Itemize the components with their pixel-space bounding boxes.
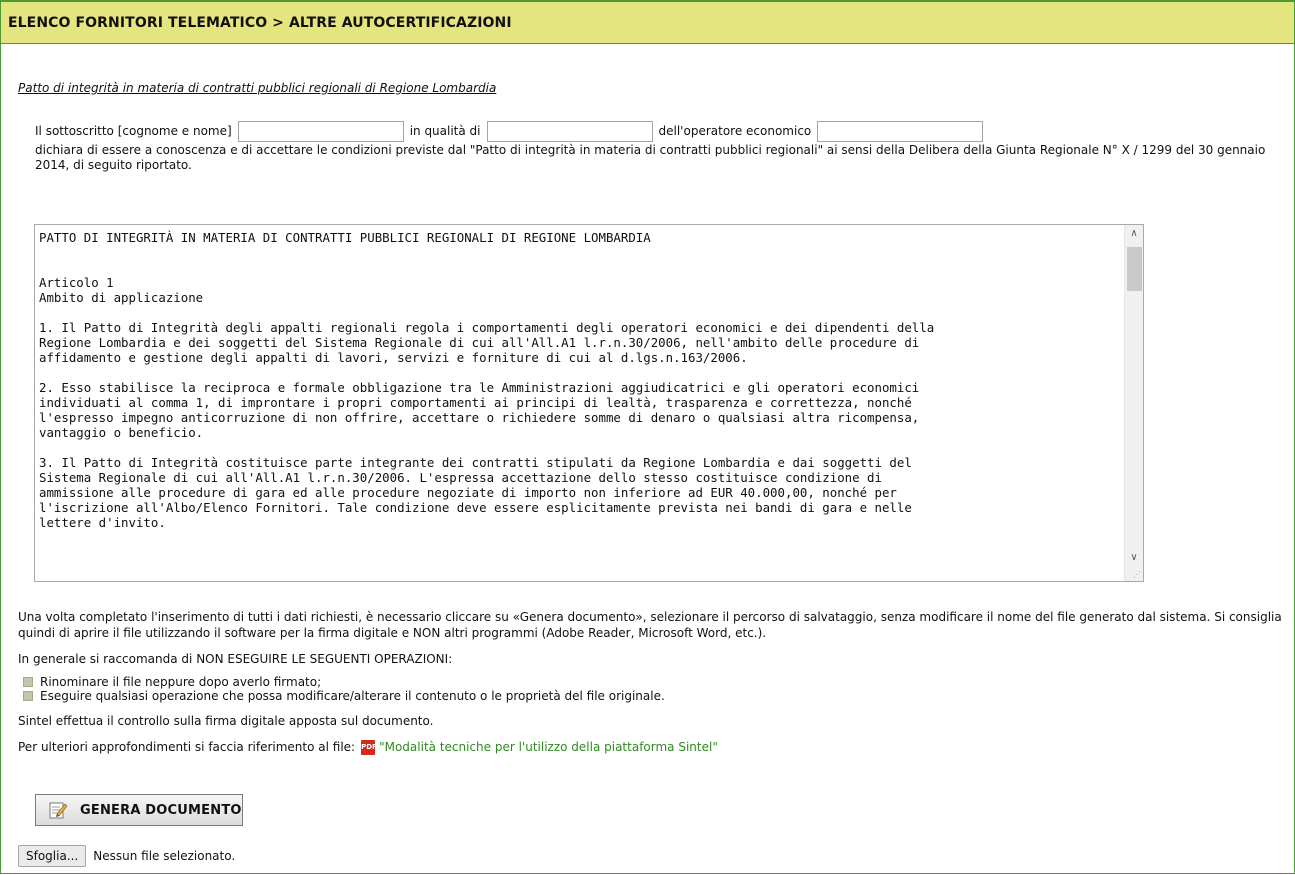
name-input[interactable] bbox=[237, 120, 404, 142]
page-frame: ELENCO FORNITORI TELEMATICO > ALTRE AUTO… bbox=[0, 0, 1295, 874]
declaration-block: Il sottoscritto [cognome e nome] in qual… bbox=[35, 119, 1285, 173]
page-header: ELENCO FORNITORI TELEMATICO > ALTRE AUTO… bbox=[1, 0, 1294, 44]
edit-document-icon bbox=[49, 802, 68, 819]
declaration-text: dichiara di essere a conoscenza e di acc… bbox=[35, 143, 1266, 172]
operator-input[interactable] bbox=[817, 120, 984, 142]
list-item: Eseguire qualsiasi operazione che possa … bbox=[18, 689, 1288, 703]
scroll-up-icon[interactable]: ∧ bbox=[1125, 225, 1143, 243]
resize-grip-icon[interactable]: ⋰ bbox=[1133, 570, 1141, 579]
file-reference: Per ulteriori approfondimenti si faccia … bbox=[18, 739, 1288, 755]
browse-button[interactable]: Sfoglia... bbox=[18, 845, 87, 867]
generate-document-label: GENERA DOCUMENTO bbox=[80, 802, 242, 818]
textarea-scrollbar[interactable]: ∧ ∨ bbox=[1124, 225, 1143, 581]
scroll-thumb[interactable] bbox=[1127, 247, 1142, 291]
scroll-down-icon[interactable]: ∨ bbox=[1125, 549, 1143, 567]
patto-text: PATTO DI INTEGRITÀ IN MATERIA DI CONTRAT… bbox=[39, 230, 935, 530]
operator-label: dell'operatore economico bbox=[658, 123, 812, 138]
name-label: Il sottoscritto [cognome e nome] bbox=[35, 123, 232, 138]
role-input[interactable] bbox=[486, 120, 653, 142]
bullet-square-icon bbox=[23, 677, 33, 687]
list-item: Rinominare il file neppure dopo averlo f… bbox=[18, 675, 1288, 689]
sintel-manual-link[interactable]: "Modalità tecniche per l'utilizzo della … bbox=[379, 739, 718, 755]
bullet-square-icon bbox=[23, 691, 33, 701]
pdf-icon: PDF bbox=[361, 739, 377, 755]
section-title: Patto di integrità in materia di contrat… bbox=[18, 81, 497, 95]
warning-heading: In generale si raccomanda di NON ESEGUIR… bbox=[18, 652, 453, 666]
file-upload: Sfoglia... Nessun file selezionato. bbox=[18, 845, 235, 867]
role-label: in qualità di bbox=[409, 123, 481, 138]
instructions: Una volta completato l'inserimento di tu… bbox=[18, 609, 1288, 755]
warning-list: Rinominare il file neppure dopo averlo f… bbox=[18, 675, 1288, 703]
generate-document-button[interactable]: GENERA DOCUMENTO bbox=[35, 794, 243, 826]
page-title: ELENCO FORNITORI TELEMATICO > ALTRE AUTO… bbox=[8, 14, 512, 31]
signature-check-text: Sintel effettua il controllo sulla firma… bbox=[18, 714, 434, 728]
instructions-paragraph: Una volta completato l'inserimento di tu… bbox=[18, 610, 1282, 640]
file-reference-label: Per ulteriori approfondimenti si faccia … bbox=[18, 740, 356, 754]
file-status: Nessun file selezionato. bbox=[93, 849, 236, 863]
patto-textarea[interactable]: PATTO DI INTEGRITÀ IN MATERIA DI CONTRAT… bbox=[34, 224, 1144, 582]
